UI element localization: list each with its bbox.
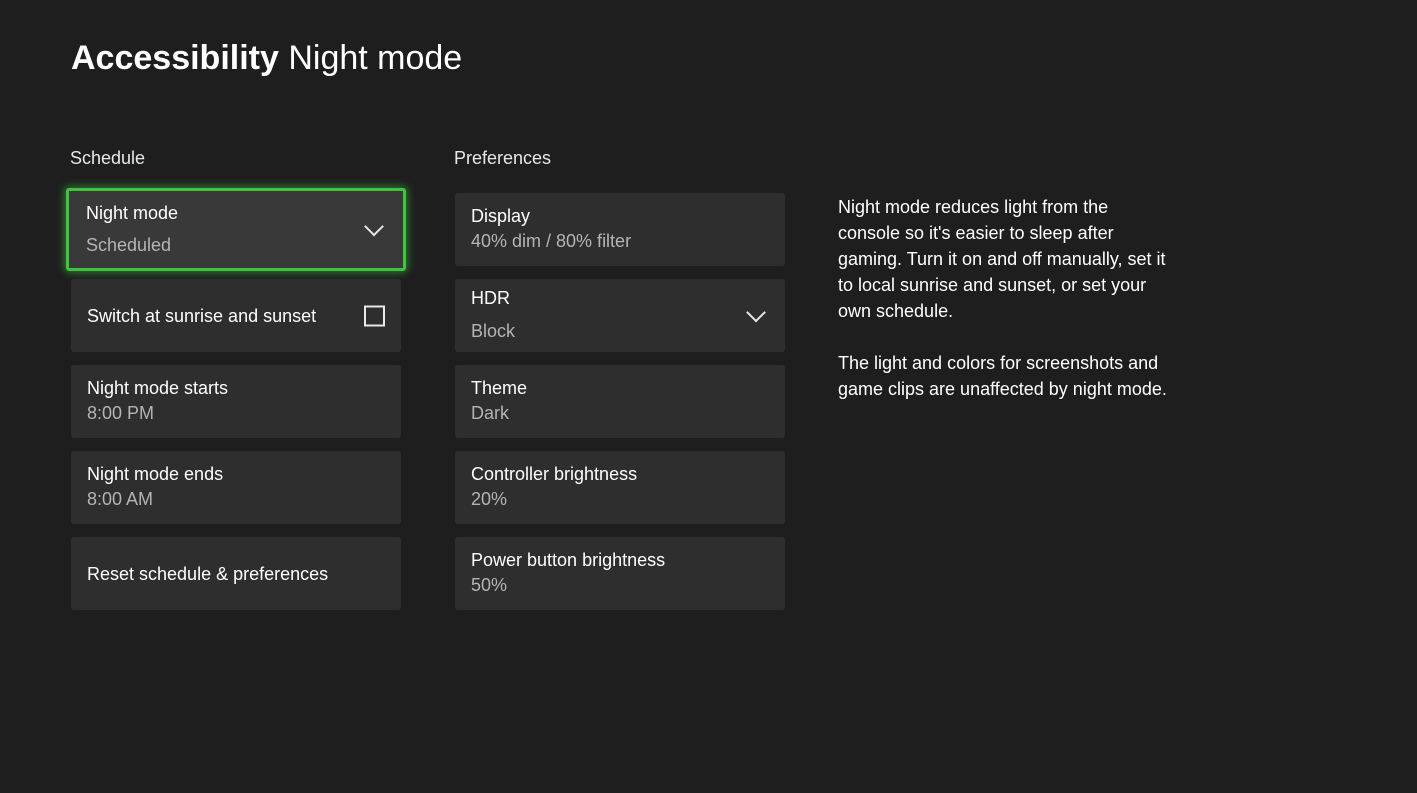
hdr-dropdown[interactable]: HDR Block [455, 279, 785, 352]
night-mode-ends-label: Night mode ends [87, 464, 224, 484]
theme-value: Dark [471, 403, 510, 423]
description-paragraph: Night mode reduces light from the consol… [838, 197, 1166, 321]
reset-schedule-label: Reset schedule & preferences [87, 564, 329, 584]
night-mode-starts-button[interactable]: Night mode starts 8:00 PM [71, 365, 401, 438]
night-mode-ends-value: 8:00 AM [87, 489, 154, 509]
display-label: Display [471, 206, 531, 226]
night-mode-label: Night mode [86, 203, 179, 223]
reset-schedule-button[interactable]: Reset schedule & preferences [71, 537, 401, 610]
night-mode-starts-value: 8:00 PM [87, 403, 155, 423]
hdr-label: HDR [471, 288, 510, 308]
preferences-section-label: Preferences [454, 148, 552, 168]
controller-brightness-value: 20% [471, 489, 508, 509]
night-mode-starts-label: Night mode starts [87, 378, 229, 398]
description-paragraph: The light and colors for screenshots and… [838, 353, 1167, 399]
schedule-section-label: Schedule [70, 148, 146, 168]
page-title-category: Accessibility [71, 39, 279, 77]
night-mode-ends-button[interactable]: Night mode ends 8:00 AM [71, 451, 401, 524]
power-button-brightness-label: Power button brightness [471, 550, 666, 570]
power-button-brightness-value: 50% [471, 575, 508, 595]
power-button-brightness-button[interactable]: Power button brightness 50% [455, 537, 785, 610]
description-panel: Night mode reduces light from the consol… [838, 194, 1168, 428]
hdr-value: Block [471, 321, 516, 341]
controller-brightness-label: Controller brightness [471, 464, 638, 484]
controller-brightness-button[interactable]: Controller brightness 20% [455, 451, 785, 524]
night-mode-dropdown[interactable]: Night mode Scheduled [66, 188, 406, 271]
page-title: Accessibility Night mode [71, 36, 462, 80]
sunrise-sunset-checkbox[interactable] [364, 305, 385, 326]
display-value: 40% dim / 80% filter [471, 231, 632, 251]
theme-label: Theme [471, 378, 528, 398]
sunrise-sunset-toggle[interactable]: Switch at sunrise and sunset [71, 279, 401, 352]
sunrise-sunset-label: Switch at sunrise and sunset [87, 306, 317, 326]
night-mode-value: Scheduled [86, 235, 172, 255]
theme-button[interactable]: Theme Dark [455, 365, 785, 438]
page-title-page: Night mode [288, 39, 463, 77]
display-button[interactable]: Display 40% dim / 80% filter [455, 193, 785, 266]
